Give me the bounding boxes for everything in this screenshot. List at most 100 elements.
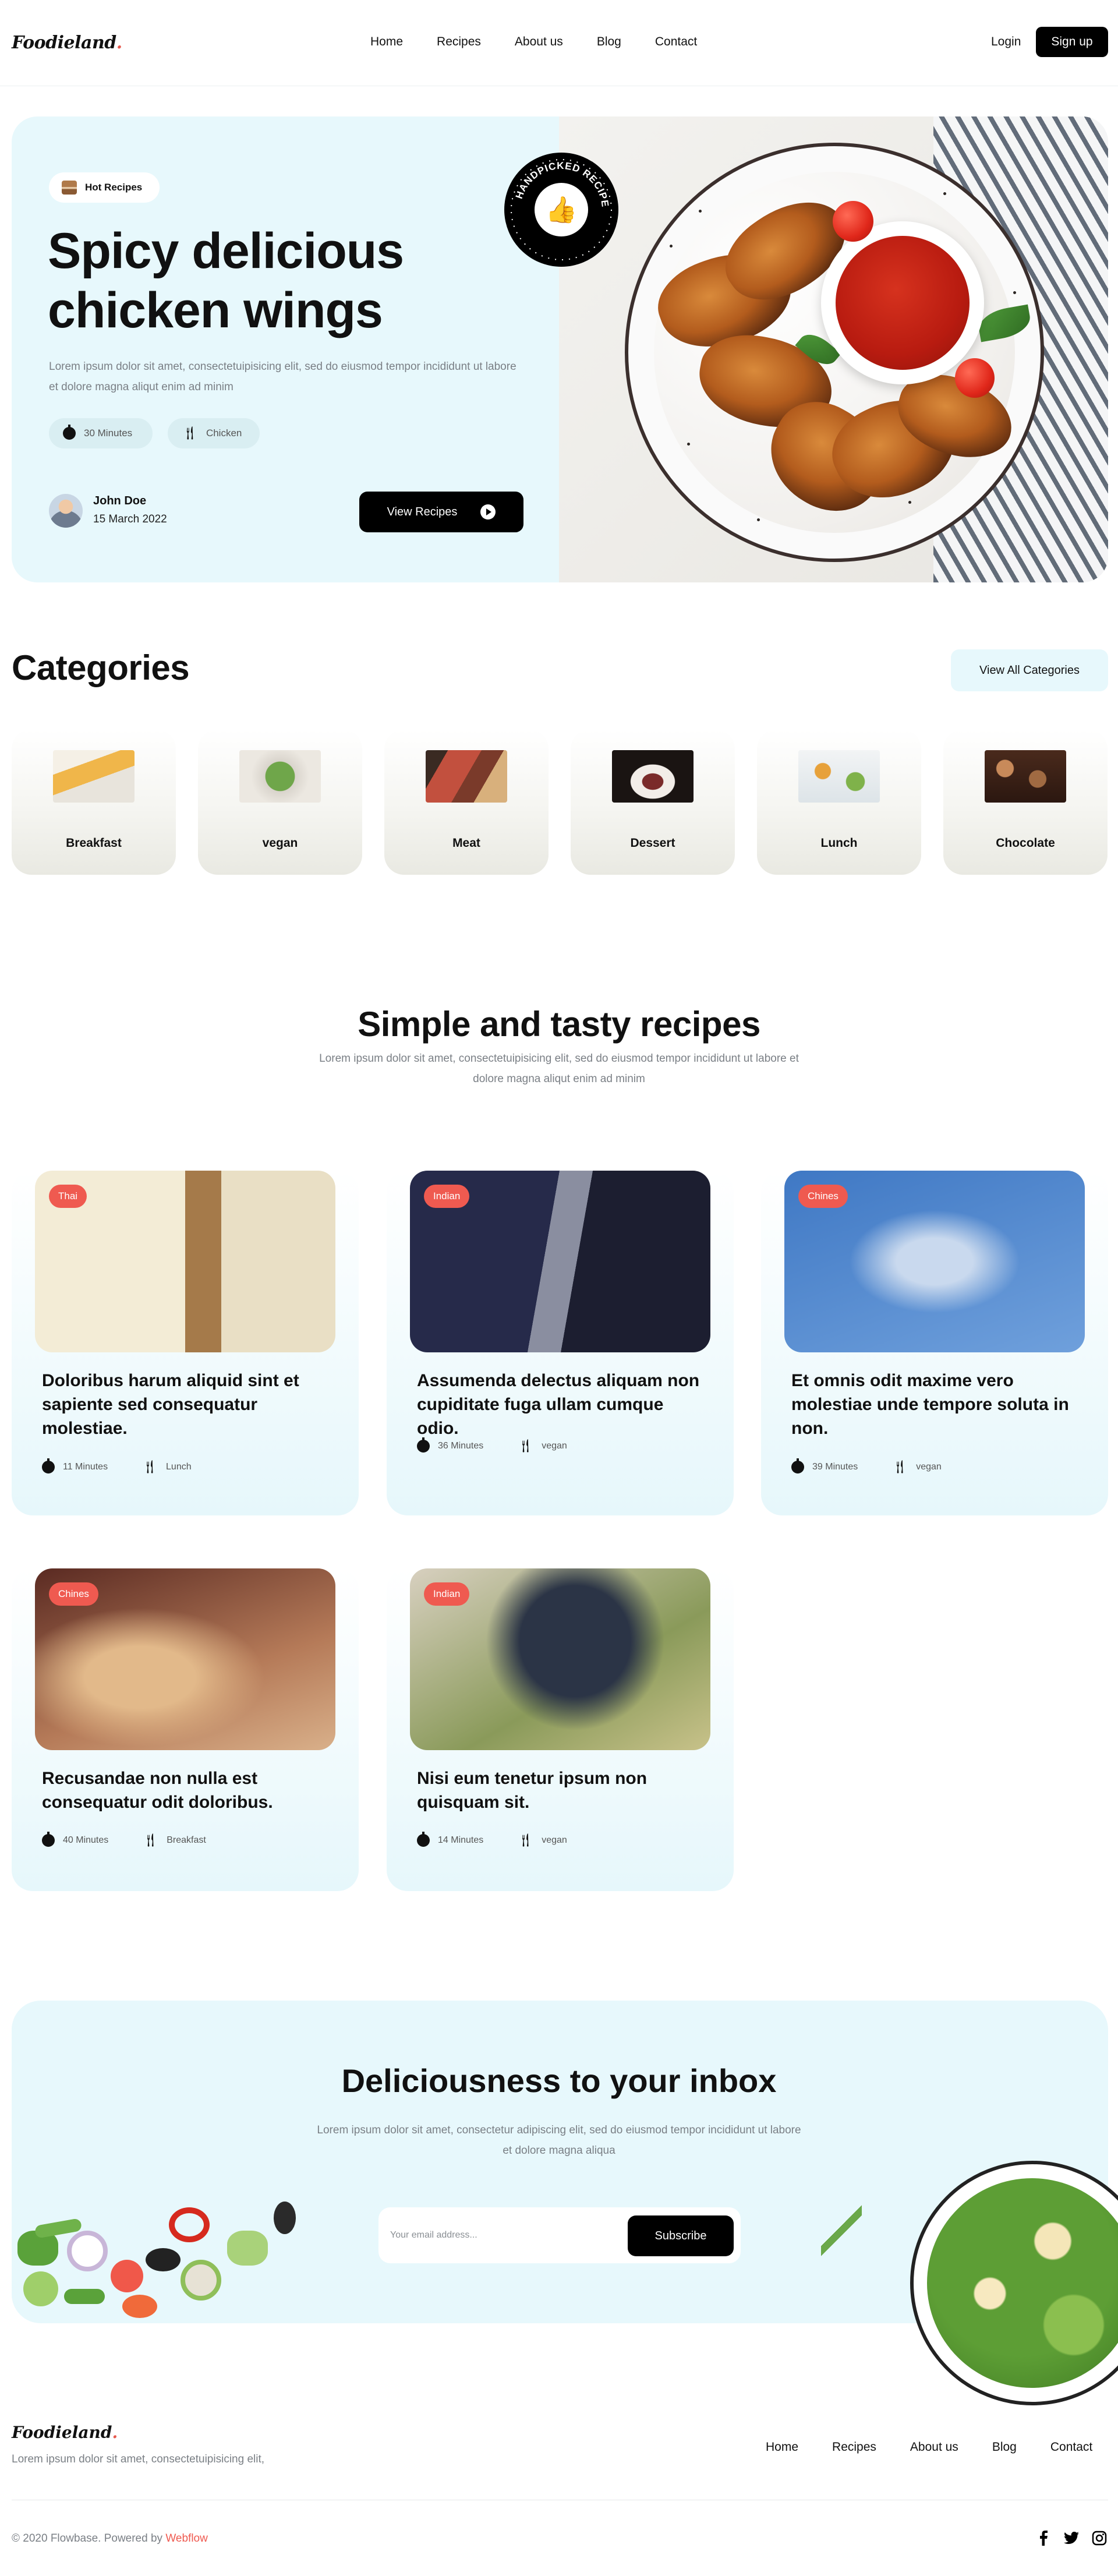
footer-logo[interactable]: Foodieland. [12,2423,118,2442]
footer-blog-link[interactable]: Blog [992,2440,1017,2454]
recipe-meta: 14 Minutes 🍴︎ vegan [417,1832,567,1847]
recipe-time: 39 Minutes [812,1462,858,1472]
twitter-icon[interactable] [1063,2530,1080,2546]
timer-icon [791,1458,804,1473]
hero-time: 30 Minutes [84,427,133,439]
timer-icon [42,1832,55,1847]
category-card-meat[interactable]: Meat [384,729,549,875]
copyright: © 2020 Flowbase. Powered by Webflow [12,2532,208,2545]
view-recipes-button[interactable]: View Recipes [359,492,523,532]
category-card-lunch[interactable]: Lunch [757,729,921,875]
recipe-category: vegan [542,1835,567,1845]
footer-nav: Home Recipes About us Blog Contact [766,2440,1092,2454]
category-image [426,750,507,803]
hero-time-chip: 30 Minutes [49,418,153,448]
fork-knife-icon: 🍴︎ [142,1833,159,1847]
view-all-categories-button[interactable]: View All Categories [951,649,1108,691]
nav-blog-link[interactable]: Blog [597,35,621,49]
recipe-title: Assumenda delectus aliquam non cupiditat… [417,1371,700,1438]
nav-about-link[interactable]: About us [515,35,563,49]
footer-home-link[interactable]: Home [766,2440,798,2454]
recipe-category: Lunch [166,1462,192,1472]
recipe-time: 40 Minutes [63,1835,109,1845]
nav-home-link[interactable]: Home [370,35,403,49]
recipe-tag: Chines [49,1582,98,1606]
logo-text: Foodieland [12,33,116,53]
login-link[interactable]: Login [991,35,1021,49]
author-avatar [49,494,83,528]
recipe-meta: 39 Minutes 🍴︎ vegan [791,1458,942,1474]
timer-icon [417,1437,430,1453]
post-date: 15 March 2022 [93,513,167,525]
category-card-dessert[interactable]: Dessert [571,729,735,875]
recipe-meta: 40 Minutes 🍴︎ Breakfast [42,1832,206,1847]
recipe-tag: Chines [798,1185,848,1208]
nav-recipes-link[interactable]: Recipes [437,35,481,49]
main-nav: Home Recipes About us Blog Contact [370,35,697,49]
recipes-description: Lorem ipsum dolor sit amet, consectetuip… [319,1052,799,1085]
category-image [612,750,694,803]
category-name: Lunch [820,836,858,850]
logo-dot: . [116,33,122,53]
webflow-link[interactable]: Webflow [165,2532,208,2545]
category-name: Breakfast [66,836,122,850]
newsletter-title: Deliciousness to your inbox [341,2062,777,2099]
recipe-badge-icon [62,181,77,195]
site-logo[interactable]: Foodieland. [12,33,122,53]
nav-contact-link[interactable]: Contact [655,35,697,49]
recipe-card[interactable]: Chines Recusandae non nulla est consequa… [12,1568,359,1891]
category-name: Dessert [630,836,675,850]
author-name: John Doe [93,494,147,507]
categories-title: Categories [12,648,190,687]
recipe-time: 11 Minutes [63,1462,108,1472]
footer-description: Lorem ipsum dolor sit amet, consectetuip… [12,2453,265,2465]
footer-about-link[interactable]: About us [910,2440,958,2454]
newsletter-description: Lorem ipsum dolor sit amet, consectetur … [317,2124,801,2157]
recipe-card[interactable]: Indian Assumenda delectus aliquam non cu… [387,1171,734,1515]
hero-description: Lorem ipsum dolor sit amet, consectetuip… [49,361,516,393]
stamp-text: HANDPICKED RECIPES [504,153,610,208]
category-image [53,750,135,803]
timer-icon [42,1458,55,1473]
recipes-title: Simple and tasty recipes [358,1005,760,1044]
instagram-icon[interactable] [1091,2530,1108,2546]
cherry-tomato [833,201,873,242]
recipe-card[interactable]: Indian Nisi eum tenetur ipsum non quisqu… [387,1568,734,1891]
recipe-meta: 36 Minutes 🍴︎ vegan [417,1437,567,1453]
timer-icon [63,425,76,440]
recipe-category: Breakfast [167,1835,206,1845]
category-card-chocolate[interactable]: Chocolate [943,729,1108,875]
view-recipes-label: View Recipes [387,505,458,518]
facebook-icon[interactable] [1035,2530,1052,2546]
subscribe-button[interactable]: Subscribe [628,2215,734,2256]
hero-category-chip: 🍴︎ Chicken [168,418,260,448]
recipe-title: Nisi eum tenetur ipsum non quisquam sit. [417,1769,648,1812]
footer-logo-dot: . [112,2423,118,2442]
hot-recipes-badge: Hot Recipes [49,172,160,203]
newsletter-form: Subscribe [378,2207,741,2263]
category-card-vegan[interactable]: vegan [198,729,362,875]
recipe-title: Et omnis odit maxime vero molestiae unde… [791,1371,1069,1438]
fork-knife-icon: 🍴︎ [891,1460,908,1474]
recipe-card[interactable]: Chines Et omnis odit maxime vero molesti… [761,1171,1108,1515]
email-input[interactable] [389,2215,610,2255]
footer-contact-link[interactable]: Contact [1050,2440,1092,2454]
recipe-meta: 11 Minutes 🍴︎ Lunch [42,1458,192,1474]
sauce [836,236,970,370]
recipe-tag: Indian [424,1185,470,1208]
top-navbar: Foodieland. Home Recipes About us Blog C… [0,0,1118,86]
category-image [985,750,1066,803]
category-card-breakfast[interactable]: Breakfast [12,729,176,875]
signup-button[interactable]: Sign up [1036,27,1108,57]
recipe-time: 36 Minutes [438,1441,484,1451]
footer-recipes-link[interactable]: Recipes [832,2440,876,2454]
fork-knife-icon: 🍴︎ [517,1439,534,1453]
recipe-tag: Thai [49,1185,87,1208]
svg-text:HANDPICKED RECIPES: HANDPICKED RECIPES [504,153,611,208]
recipe-time: 14 Minutes [438,1835,484,1845]
fork-knife-icon: 🍴︎ [141,1460,158,1474]
play-icon [480,504,496,520]
hot-recipes-label: Hot Recipes [85,182,143,193]
recipe-card[interactable]: Thai Doloribus harum aliquid sint et sap… [12,1171,359,1515]
footer-logo-text: Foodieland [12,2423,112,2442]
